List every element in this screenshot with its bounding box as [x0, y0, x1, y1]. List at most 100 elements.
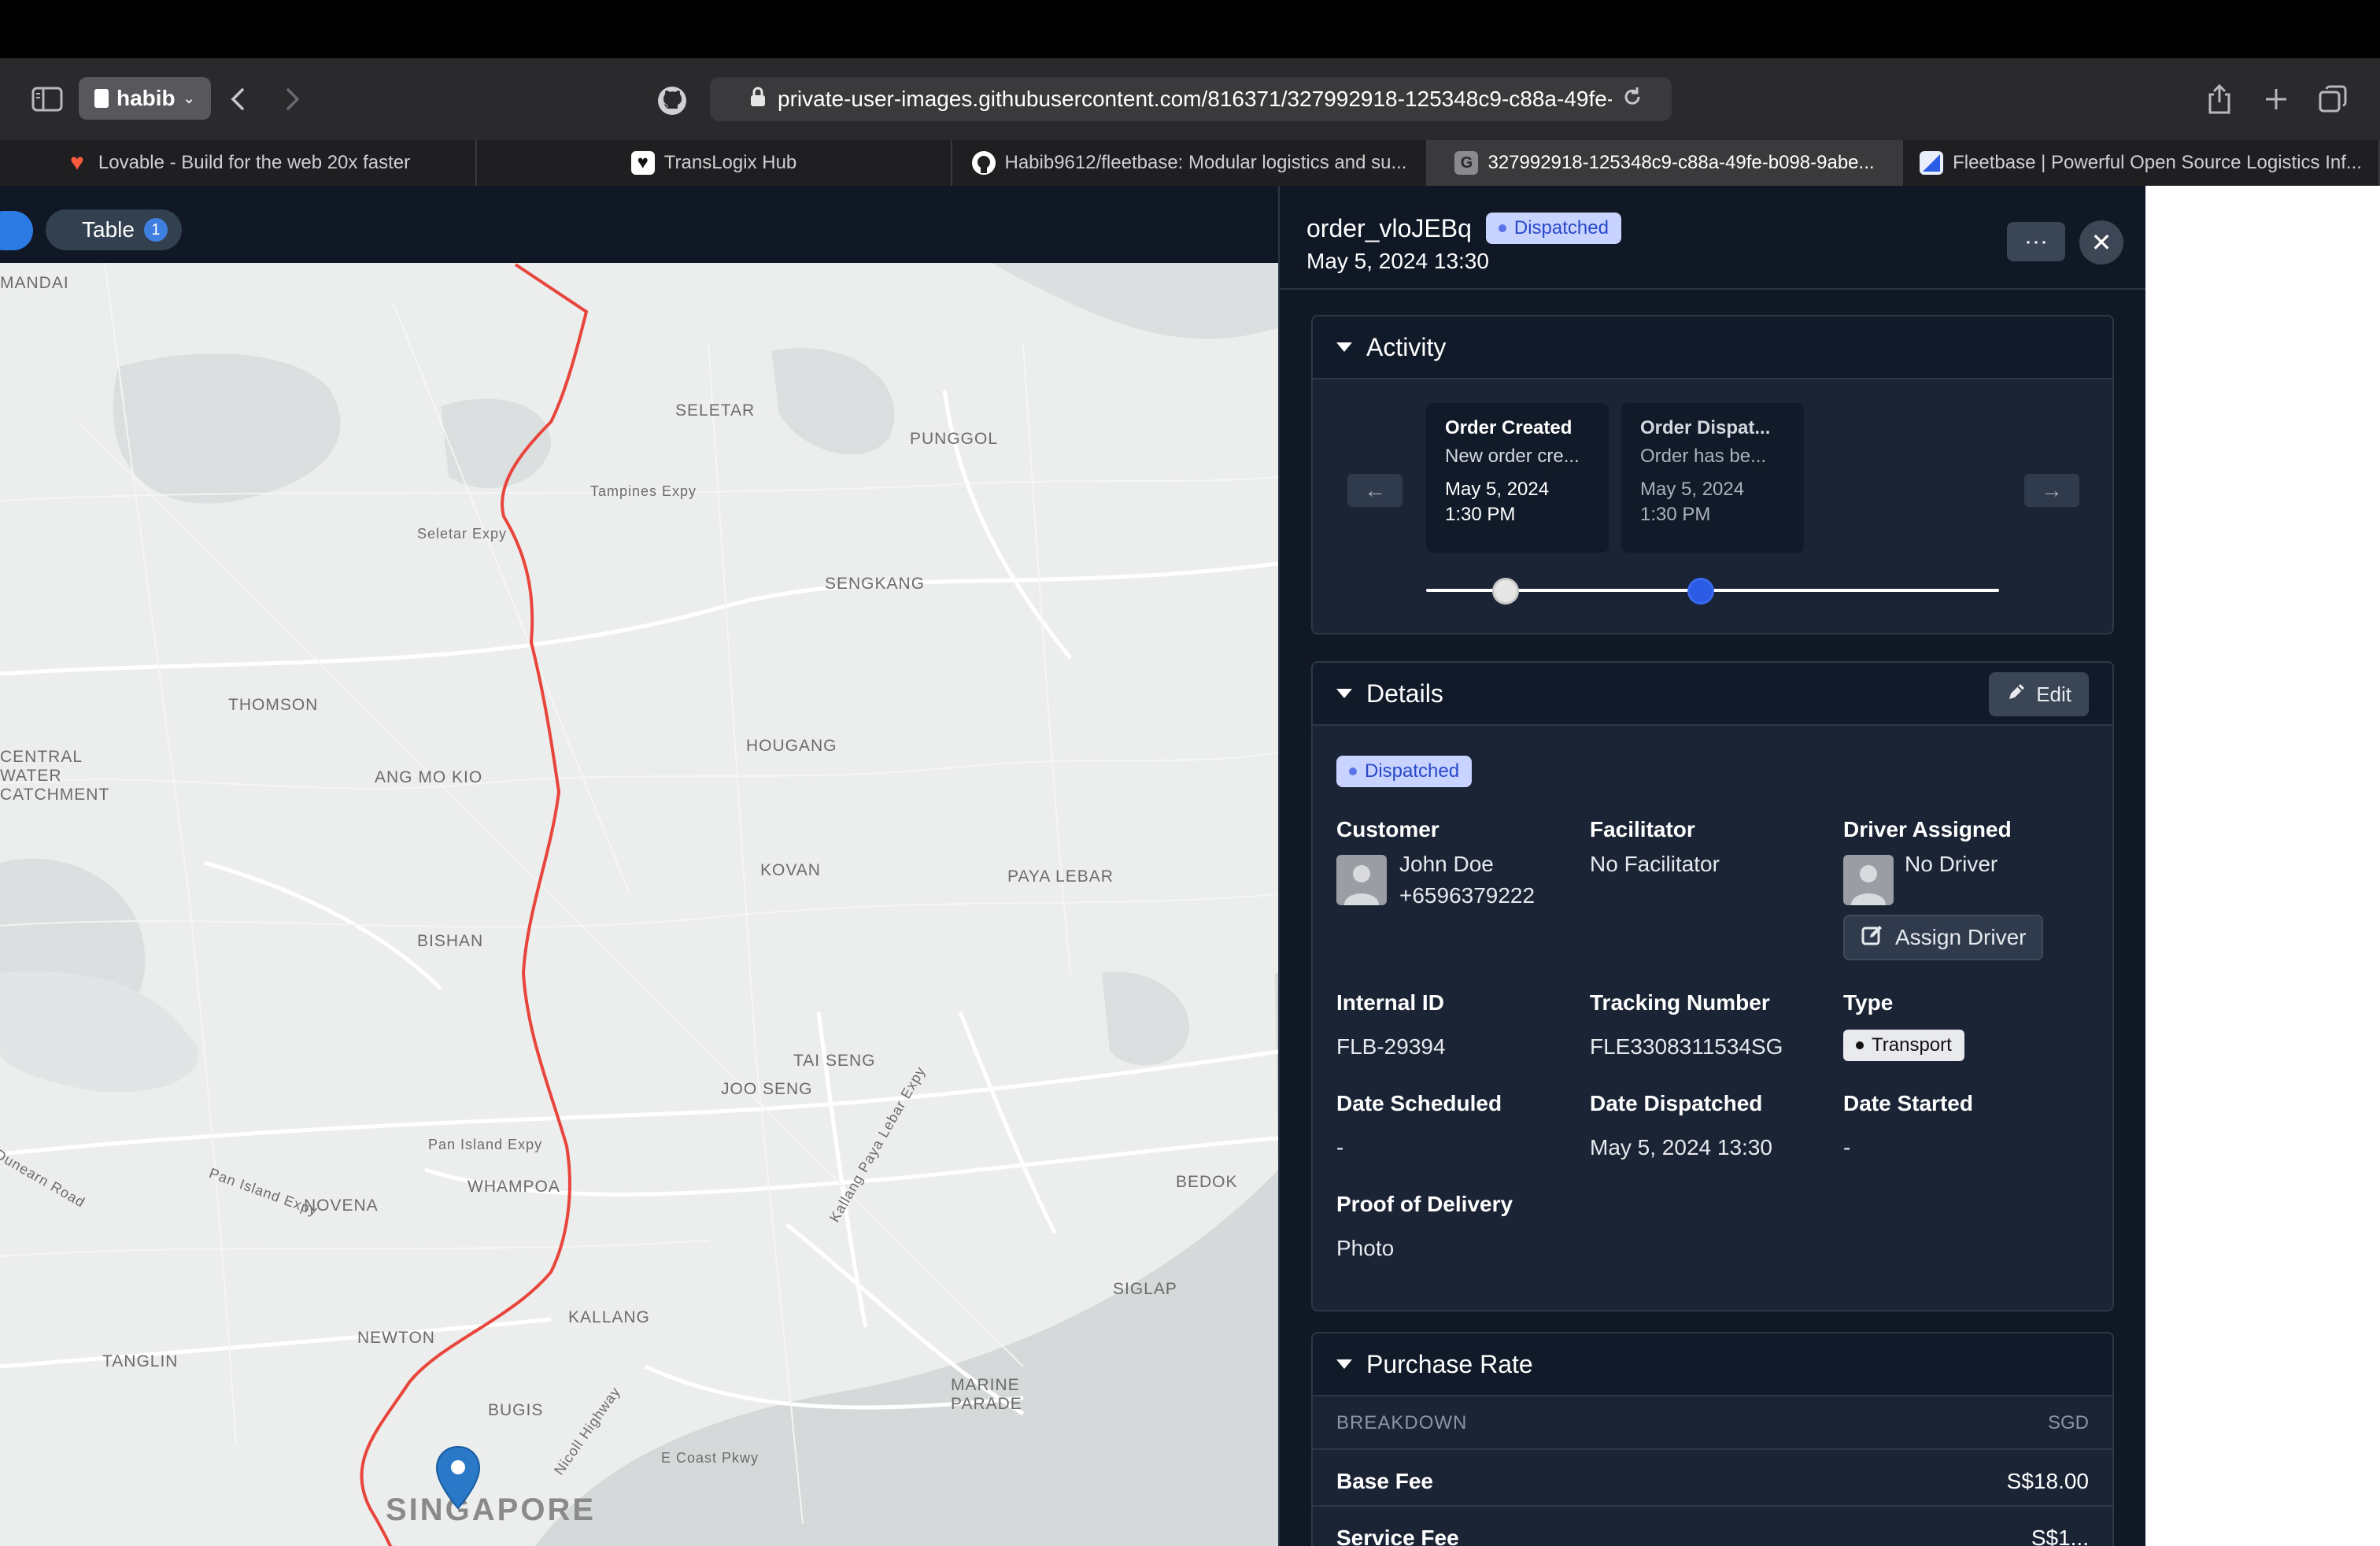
table-label: Table [82, 217, 135, 242]
activity-item-desc: Order has be... [1640, 446, 1767, 467]
map-label: Tampines Expy [590, 483, 697, 499]
github-icon [971, 151, 996, 175]
activity-item[interactable]: Order Dispat... Order has be... May 5, 2… [1621, 403, 1804, 553]
activity-item-title: Order Dispat... [1640, 417, 1771, 438]
location-pin-icon[interactable] [435, 1445, 481, 1511]
heart-icon: ♥ [69, 150, 84, 176]
edit-button[interactable]: Edit [1989, 672, 2089, 716]
map-label: WATER [0, 767, 62, 785]
service-fee-value: S$1... [2031, 1526, 2089, 1546]
currency-label: SGD [2047, 1412, 2089, 1433]
map-label: BUGIS [488, 1401, 544, 1419]
chevron-down-icon: ⌄ [183, 90, 195, 106]
map-label: BEDOK [1176, 1173, 1238, 1191]
assign-driver-label: Assign Driver [1895, 925, 2027, 949]
facilitator-value: No Facilitator [1590, 852, 1720, 876]
caret-down-icon [1336, 1359, 1352, 1369]
map-label: PARADE [951, 1395, 1022, 1413]
address-bar[interactable]: private-user-images.githubusercontent.co… [710, 77, 1672, 121]
table-count-badge: 1 [143, 218, 168, 242]
map-label: BISHAN [417, 932, 484, 950]
reload-icon[interactable] [1621, 86, 1643, 113]
map-label: JOO SENG [721, 1080, 813, 1098]
map-label: TAI SENG [793, 1052, 876, 1070]
tab-label: Lovable - Build for the web 20x faster [98, 152, 411, 173]
activity-item-time: 1:30 PM [1640, 504, 1711, 525]
lock-icon [749, 86, 767, 113]
tab-overview-icon[interactable] [2314, 80, 2352, 118]
profile-button[interactable]: habib ⌄ [79, 77, 211, 120]
tracking-number-label: Tracking Number [1590, 990, 1770, 1015]
caret-down-icon [1336, 342, 1352, 352]
tab-fleetbase[interactable]: Fleetbase | Powerful Open Source Logisti… [1903, 140, 2380, 186]
more-options-button[interactable]: ··· [2007, 222, 2065, 261]
status-dot-icon [1498, 224, 1506, 232]
map-label: KOVAN [760, 861, 821, 879]
tab-image[interactable]: G 327992918-125348c9-c88a-49fe-b098-9abe… [1428, 140, 1903, 186]
timeline-point-created[interactable] [1492, 578, 1519, 605]
close-button[interactable]: ✕ [2079, 220, 2123, 264]
activity-item-title: Order Created [1445, 417, 1572, 438]
mac-menu-bar [0, 0, 2380, 58]
activity-item-time: 1:30 PM [1445, 504, 1516, 525]
driver-value: No Driver [1905, 852, 1998, 876]
fleetbase-icon [1920, 151, 1944, 175]
map-toolbar: Table 1 [0, 186, 1278, 263]
status-text: Dispatched [1513, 217, 1609, 239]
activity-next-button[interactable]: → [2024, 474, 2079, 507]
map-label: Seletar Expy [417, 526, 508, 542]
purchase-rate-card: Purchase Rate BREAKDOWN SGD Base Fee S$1… [1311, 1332, 2114, 1546]
proof-of-delivery-label: Proof of Delivery [1336, 1192, 1513, 1216]
timeline-point-dispatched[interactable] [1687, 578, 1714, 605]
map-label: SELETAR [675, 401, 756, 420]
details-header[interactable]: Details Edit [1313, 663, 2112, 726]
activity-prev-button[interactable]: ← [1347, 474, 1402, 507]
share-icon[interactable] [2201, 79, 2238, 120]
map-label: SENGKANG [825, 575, 926, 593]
sidebar-toggle-icon[interactable] [28, 80, 66, 118]
activity-item-desc: New order cre... [1445, 446, 1580, 467]
map-label: MANDAI [0, 274, 69, 292]
details-status-badge: Dispatched [1336, 756, 1473, 787]
map-mode-button[interactable] [0, 211, 33, 250]
activity-header[interactable]: Activity [1313, 316, 2112, 379]
url-text: private-user-images.githubusercontent.co… [778, 87, 1612, 111]
profile-badge-icon [94, 89, 109, 108]
activity-item[interactable]: Order Created New order cre... May 5, 20… [1426, 403, 1609, 553]
activity-card: Activity ← Order Created New order cre..… [1311, 315, 2114, 634]
map-label-singapore: SINGAPORE [386, 1492, 597, 1527]
type-value: Transport [1872, 1034, 1952, 1056]
tab-translogix[interactable]: ♥ TransLogix Hub [477, 140, 952, 186]
tab-label: TransLogix Hub [663, 152, 797, 173]
status-text: Dispatched [1365, 760, 1460, 782]
map-label: CATCHMENT [0, 786, 110, 804]
map-label: THOMSON [228, 696, 319, 714]
customer-avatar [1336, 855, 1387, 905]
map-view[interactable]: MANDAI SELETAR PUNGGOL Tampines Expy Sel… [0, 186, 1278, 1546]
map-label: KALLANG [568, 1308, 650, 1326]
new-tab-icon[interactable] [2257, 80, 2295, 118]
type-badge: Transport [1843, 1030, 1964, 1061]
page-content: MANDAI SELETAR PUNGGOL Tampines Expy Sel… [0, 186, 2380, 1546]
customer-phone: +6596379222 [1399, 883, 1536, 908]
tab-github-fleetbase[interactable]: Habib9612/fleetbase: Modular logistics a… [952, 140, 1428, 186]
table-toggle-button[interactable]: Table 1 [46, 209, 182, 250]
profile-name: habib [116, 86, 176, 110]
order-details-panel: order_vloJEBq Dispatched May 5, 2024 13:… [1278, 186, 2145, 1546]
details-title: Details [1366, 679, 1443, 708]
purchase-rate-header[interactable]: Purchase Rate [1313, 1333, 2112, 1396]
tab-lovable[interactable]: ♥ Lovable - Build for the web 20x faster [0, 140, 477, 186]
type-dot-icon [1856, 1041, 1864, 1049]
assign-driver-button[interactable]: Assign Driver [1843, 915, 2044, 960]
back-icon[interactable] [222, 80, 253, 118]
map-label: ANG MO KIO [375, 768, 483, 786]
status-badge: Dispatched [1485, 213, 1621, 244]
driver-avatar [1843, 855, 1894, 905]
activity-item-date: May 5, 2024 [1445, 479, 1550, 500]
map-label: SIGLAP [1113, 1280, 1177, 1298]
map-label: PAYA LEBAR [1007, 867, 1114, 886]
forward-icon[interactable] [277, 80, 309, 118]
order-id: order_vloJEBq [1306, 213, 1472, 242]
map-label: CENTRAL [0, 748, 83, 766]
map-label: PUNGGOL [910, 430, 999, 448]
